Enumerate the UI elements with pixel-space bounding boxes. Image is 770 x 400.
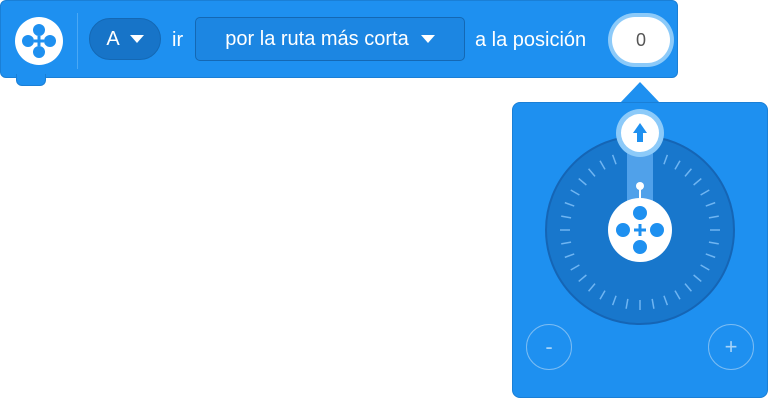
increase-button[interactable]: +	[708, 324, 754, 370]
dial-needle-tip	[636, 182, 644, 190]
plus-label: +	[724, 334, 738, 359]
motor-icon	[608, 198, 672, 262]
minus-label: -	[545, 334, 553, 359]
decrease-button[interactable]: -	[526, 324, 572, 370]
dial[interactable]	[0, 0, 770, 400]
dial-handle[interactable]	[616, 109, 664, 157]
stage: A ir por la ruta más corta a la posición…	[0, 0, 770, 400]
